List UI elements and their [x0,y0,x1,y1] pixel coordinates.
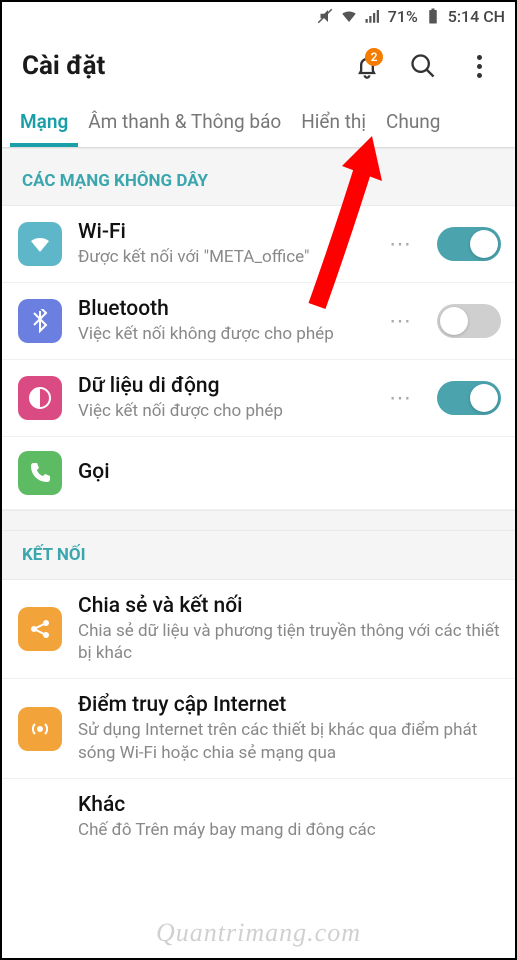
app-header: Cài đặt 2 [2,30,515,98]
item-other[interactable]: Khác Chế đô Trên máy bay mang di đông cá… [2,779,515,855]
bluetooth-more[interactable]: ⋯ [381,309,421,334]
section-gap [2,510,515,530]
data-sub: Việc kết nối được cho phép [78,400,365,422]
share-sub: Chia sẻ dữ liệu và phương tiện truyền th… [78,620,501,664]
bluetooth-title: Bluetooth [78,297,365,321]
tab-general[interactable]: Chung [376,98,450,147]
tab-network[interactable]: Mạng [10,98,78,147]
signal-icon [364,7,382,25]
item-bluetooth[interactable]: Bluetooth Việc kết nối không được cho ph… [2,283,515,360]
other-sub: Chế đô Trên máy bay mang di đông các [78,819,501,841]
notifications-button[interactable]: 2 [345,44,389,88]
item-mobile-data[interactable]: Dữ liệu di động Việc kết nối được cho ph… [2,360,515,437]
section-wireless-header: CÁC MẠNG KHÔNG DÂY [2,148,515,206]
share-title: Chia sẻ và kết nối [78,594,501,618]
notif-badge: 2 [365,48,383,66]
call-icon [18,451,62,495]
mute-icon [316,7,334,25]
call-title: Gọi [78,460,501,484]
wifi-toggle[interactable] [437,227,501,261]
tab-sound[interactable]: Âm thanh & Thông báo [78,98,291,147]
data-more[interactable]: ⋯ [381,386,421,411]
tether-sub: Sử dụng Internet trên các thiết bị khác … [78,719,501,763]
other-title: Khác [78,793,501,817]
wifi-status-icon [340,7,358,25]
status-time: 5:14 CH [448,7,505,26]
data-toggle[interactable] [437,381,501,415]
bluetooth-toggle[interactable] [437,304,501,338]
battery-icon [424,7,442,25]
tab-bar: Mạng Âm thanh & Thông báo Hiển thị Chung [2,98,515,148]
more-button[interactable] [457,44,501,88]
section-connect-header: KẾT NỐI [2,530,515,580]
item-wifi[interactable]: Wi-Fi Được kết nối với "META_office" ⋯ [2,206,515,283]
share-icon [18,607,62,651]
status-bar: 71% 5:14 CH [2,2,515,30]
search-button[interactable] [401,44,445,88]
tab-display[interactable]: Hiển thị [291,98,376,147]
search-icon [409,52,437,80]
more-icon [477,55,482,78]
wifi-sub: Được kết nối với "META_office" [78,246,365,268]
item-share[interactable]: Chia sẻ và kết nối Chia sẻ dữ liệu và ph… [2,580,515,679]
page-title: Cài đặt [22,51,333,81]
bluetooth-sub: Việc kết nối không được cho phép [78,323,365,345]
wifi-title: Wi-Fi [78,220,365,244]
tether-icon [18,707,62,751]
wifi-icon [18,222,62,266]
battery-pct: 71% [388,7,418,26]
tether-title: Điểm truy cập Internet [78,693,501,717]
item-tether[interactable]: Điểm truy cập Internet Sử dụng Internet … [2,679,515,778]
bluetooth-icon [18,299,62,343]
watermark: Quantrimang.com [156,918,361,948]
item-call[interactable]: Gọi [2,437,515,510]
wifi-more[interactable]: ⋯ [381,232,421,257]
data-title: Dữ liệu di động [78,374,365,398]
data-icon [18,376,62,420]
